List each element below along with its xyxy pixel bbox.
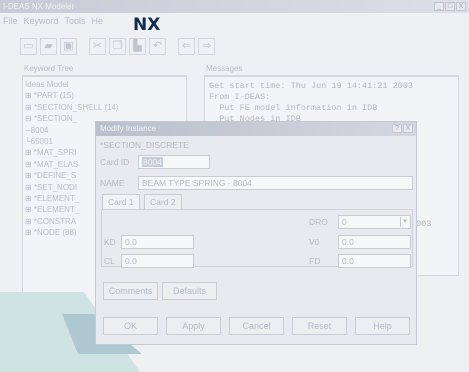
- dialog-title: Modify Instance: [100, 124, 157, 133]
- kd-field[interactable]: 0.0: [121, 235, 194, 249]
- dro-select[interactable]: 0 ▼: [338, 215, 411, 229]
- cl-field[interactable]: 0.0: [121, 254, 194, 268]
- reset-button[interactable]: Reset: [292, 317, 347, 335]
- comments-button[interactable]: Comments: [103, 282, 158, 300]
- fd-field[interactable]: 0.0: [338, 254, 411, 268]
- toolbar: ▭ ▰ ▣ ✂ ❐ ▙ ↶ ⇐ ⇒: [20, 35, 215, 57]
- close-button[interactable]: X: [456, 2, 466, 11]
- name-label: NAME: [100, 178, 125, 188]
- message-line: From I-DEAS:: [209, 92, 271, 102]
- undo-icon[interactable]: ↶: [149, 37, 166, 55]
- chevron-down-icon: ▼: [400, 217, 409, 227]
- message-line: Get start time: Thu Jun 19 14:41:21 2003: [209, 81, 414, 91]
- nx-logo: NX: [133, 15, 161, 35]
- help-button[interactable]: Help: [355, 317, 410, 335]
- forward-icon[interactable]: ⇒: [198, 37, 215, 55]
- kd-label: KD: [104, 237, 116, 247]
- minimize-button[interactable]: _: [434, 2, 444, 11]
- name-field[interactable]: BEAM TYPE SPRING - 8004: [138, 176, 413, 190]
- card-id-label: Card ID: [100, 157, 130, 167]
- open-icon[interactable]: ▰: [40, 37, 57, 55]
- save-icon[interactable]: ▣: [60, 37, 77, 55]
- back-icon[interactable]: ⇐: [178, 37, 195, 55]
- maximize-button[interactable]: □: [445, 2, 455, 11]
- copy-icon[interactable]: ❐: [109, 37, 126, 55]
- menu-help[interactable]: He: [92, 14, 104, 29]
- tree-item[interactable]: ⊞ *SECTION_SHELL (14): [25, 102, 186, 113]
- tree-item[interactable]: Ideas Model: [25, 79, 186, 90]
- defaults-button[interactable]: Defaults: [162, 282, 217, 300]
- v0-label: V0: [309, 237, 320, 247]
- new-icon[interactable]: ▭: [20, 37, 37, 55]
- fd-label: FD: [309, 256, 321, 266]
- v0-field[interactable]: 0.0: [338, 235, 411, 249]
- window-titlebar: I-DEAS NX Modeler _ □ X: [0, 0, 469, 13]
- tree-item[interactable]: ⊞ *PART (15): [25, 90, 186, 101]
- keyword-tree-title: Keyword Tree: [22, 62, 187, 76]
- menu-keyword[interactable]: Keyword: [24, 14, 59, 29]
- menu-file[interactable]: File: [3, 14, 18, 29]
- tab-card-2[interactable]: Card 2: [144, 194, 182, 210]
- paste-icon[interactable]: ▙: [129, 37, 146, 55]
- dialog-titlebar: Modify Instance ? X: [96, 122, 416, 136]
- messages-title: Messages: [204, 62, 459, 76]
- dialog-help-button[interactable]: ?: [392, 124, 402, 133]
- cut-icon[interactable]: ✂: [89, 37, 106, 55]
- section-label: *SECTION_DISCRETE: [100, 140, 189, 150]
- modify-instance-dialog: Modify Instance ? X *SECTION_DISCRETE Ca…: [95, 121, 417, 345]
- cancel-button[interactable]: Cancel: [229, 317, 284, 335]
- message-fragment: 003: [416, 219, 432, 229]
- dialog-close-button[interactable]: X: [403, 124, 413, 133]
- ok-button[interactable]: OK: [103, 317, 158, 335]
- tab-card-1[interactable]: Card 1: [102, 194, 140, 210]
- apply-button[interactable]: Apply: [166, 317, 221, 335]
- cl-label: CL: [104, 256, 115, 266]
- menu-bar: File Keyword Tools He: [0, 14, 469, 29]
- message-line: Put FE model information in IDB: [209, 103, 378, 113]
- menu-tools[interactable]: Tools: [65, 14, 86, 29]
- window-title: I-DEAS NX Modeler: [3, 2, 75, 11]
- dro-label: DRO: [309, 217, 328, 227]
- card-id-field[interactable]: 8004: [138, 155, 210, 169]
